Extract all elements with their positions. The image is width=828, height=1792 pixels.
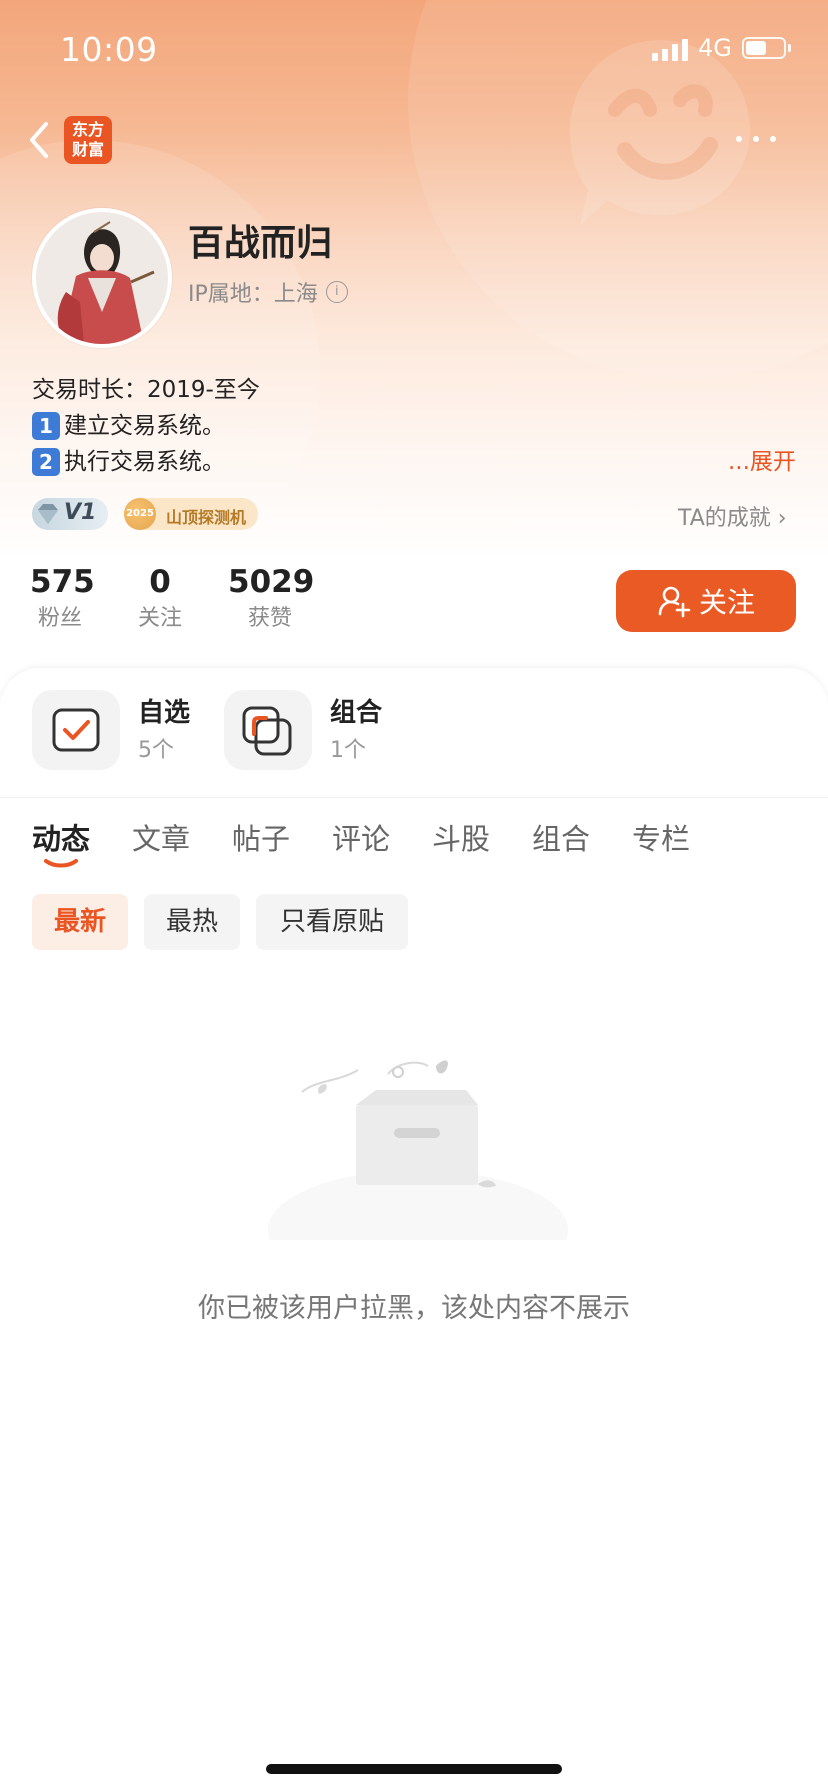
- achievements-link[interactable]: TA的成就 ›: [678, 500, 787, 532]
- bio-line: 交易时长：2019-至今: [32, 377, 260, 403]
- portfolio-icon-box: [224, 690, 312, 770]
- home-indicator[interactable]: [266, 1764, 562, 1774]
- stat-value: 575: [30, 564, 95, 600]
- filter-hottest[interactable]: 最热: [144, 894, 240, 950]
- stat-label: 粉丝: [37, 606, 82, 631]
- stat-label: 关注: [137, 606, 182, 631]
- stat-value: 0: [149, 564, 171, 600]
- tab-posts[interactable]: 帖子: [232, 816, 290, 858]
- expand-bio-link[interactable]: ...展开: [728, 442, 796, 476]
- battery-tip: [788, 44, 791, 52]
- portfolio-count: 1个: [330, 738, 366, 763]
- keycap-two-icon: 2: [32, 448, 60, 476]
- divider: [0, 797, 828, 798]
- network-label: 4G: [698, 34, 732, 62]
- stat-value: 5029: [228, 564, 315, 600]
- follow-button[interactable]: 关注: [616, 570, 796, 632]
- brand-logo-text: 财富: [71, 140, 104, 159]
- battery-icon: [742, 37, 786, 59]
- follow-button-label: 关注: [698, 586, 755, 619]
- bio-line: 执行交易系统。: [64, 449, 225, 475]
- avatar[interactable]: [32, 208, 172, 348]
- brand-logo-text: 东方: [71, 120, 104, 139]
- signal-icon: [652, 37, 690, 61]
- tab-comments[interactable]: 评论: [332, 816, 390, 858]
- watchlist-title: 自选: [138, 698, 191, 728]
- stat-likes[interactable]: 5029 获赞: [228, 562, 315, 636]
- filter-latest[interactable]: 最新: [32, 894, 128, 950]
- diamond-icon: [38, 504, 58, 524]
- avatar-illustration: [36, 212, 168, 344]
- bio-line: 建立交易系统。: [64, 413, 225, 439]
- portfolio-icon: [242, 706, 292, 756]
- watchlist-entry[interactable]: 自选 5个: [32, 690, 212, 770]
- info-icon[interactable]: i: [325, 281, 348, 303]
- bio: 交易时长：2019-至今 1 建立交易系统。 2 执行交易系统。: [32, 372, 802, 480]
- ip-location: IP属地：上海 i: [188, 276, 348, 308]
- tab-stock-battle[interactable]: 斗股: [432, 816, 490, 858]
- active-tab-indicator: [44, 859, 78, 868]
- tab-articles[interactable]: 文章: [132, 816, 190, 858]
- watchlist-icon-box: [32, 690, 120, 770]
- tab-column[interactable]: 专栏: [632, 816, 690, 858]
- filter-original-only[interactable]: 只看原贴: [256, 894, 408, 950]
- profile-page: 10:09 4G 东方 财富 百战而归 IP属地：上海 i 交易时长：2019-…: [0, 0, 828, 1792]
- stat-fans[interactable]: 575 粉丝: [30, 562, 95, 636]
- ip-location-text: IP属地：上海: [188, 282, 318, 307]
- empty-box-illustration: [268, 1060, 568, 1240]
- user-name: 百战而归: [188, 223, 333, 264]
- back-arrow-icon[interactable]: [24, 118, 54, 162]
- add-user-icon: [658, 586, 691, 618]
- tab-portfolio[interactable]: 组合: [532, 816, 590, 858]
- watchlist-count: 5个: [138, 738, 174, 763]
- portfolio-title: 组合: [330, 698, 383, 728]
- stat-following[interactable]: 0 关注: [130, 562, 190, 636]
- status-bar: 10:09 4G: [0, 0, 828, 100]
- status-time: 10:09: [60, 30, 158, 69]
- watchlist-check-icon: [52, 708, 100, 752]
- brand-logo: 东方 财富: [64, 116, 112, 164]
- stat-label: 获赞: [247, 606, 292, 631]
- empty-state-message: 你已被该用户拉黑，该处内容不展示: [198, 1293, 630, 1324]
- more-options-icon[interactable]: [734, 124, 778, 154]
- keycap-one-icon: 1: [32, 412, 60, 440]
- level-badge-label: V1: [64, 500, 97, 525]
- peak-detector-badge[interactable]: 2025 山顶探测机: [124, 498, 258, 530]
- medal-icon: 2025: [124, 498, 156, 530]
- peak-detector-label: 山顶探测机: [166, 508, 247, 527]
- level-badge[interactable]: V1: [32, 498, 108, 530]
- tab-dynamics[interactable]: 动态: [32, 816, 90, 858]
- portfolio-entry[interactable]: 组合 1个: [224, 690, 404, 770]
